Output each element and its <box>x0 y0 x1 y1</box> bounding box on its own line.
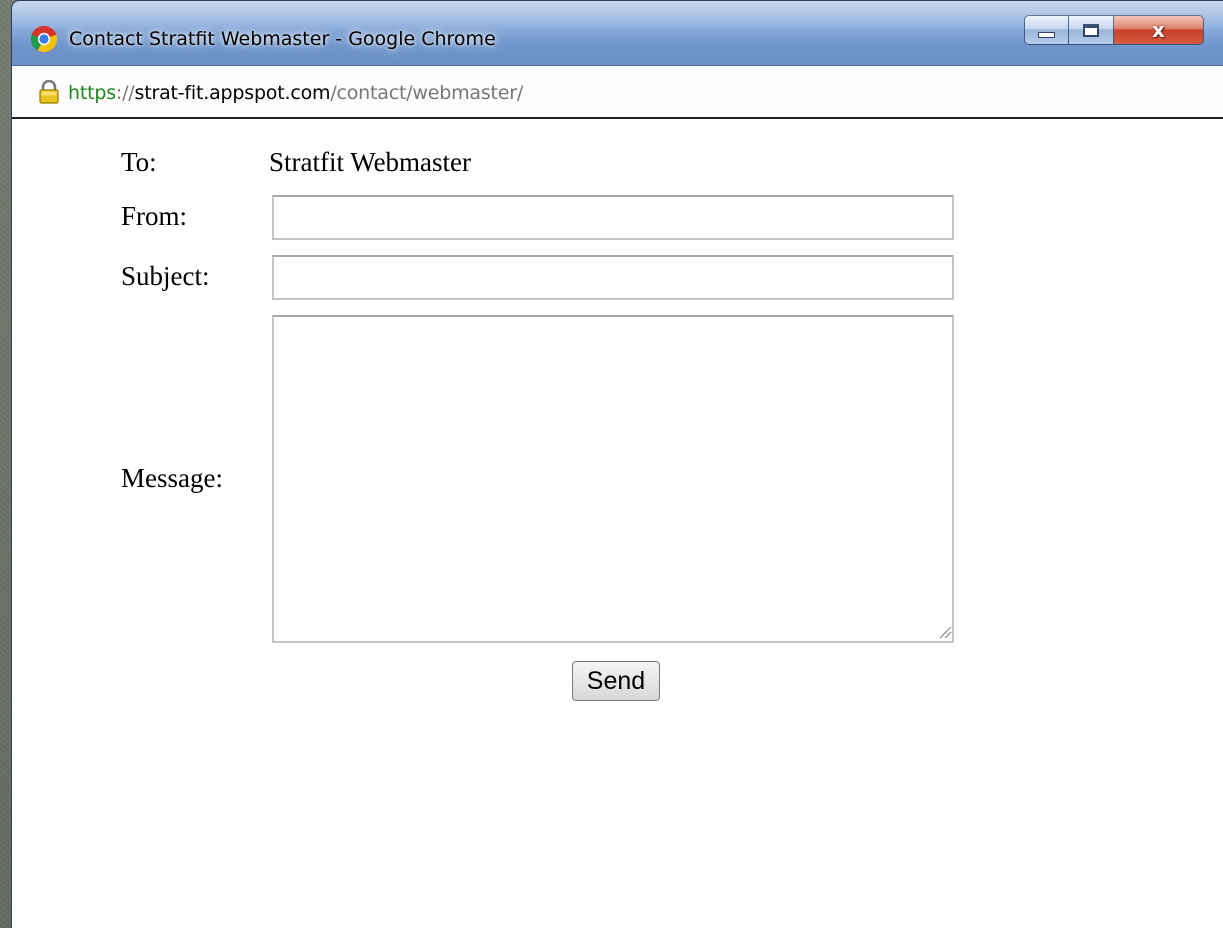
message-field[interactable] <box>272 315 954 643</box>
chrome-icon <box>30 25 58 53</box>
from-field[interactable] <box>272 195 954 240</box>
page-content: To: Stratfit Webmaster From: Subject: Me… <box>12 119 1223 928</box>
url-text[interactable]: https://strat-fit.appspot.com/contact/we… <box>68 82 523 104</box>
lock-icon <box>39 80 59 104</box>
window-controls: x <box>1024 15 1204 45</box>
message-label: Message: <box>121 463 223 493</box>
resize-grip-icon[interactable] <box>938 625 952 639</box>
close-button[interactable]: x <box>1114 15 1204 45</box>
browser-popup-window: Contact Stratfit Webmaster - Google Chro… <box>11 0 1223 928</box>
window-title: Contact Stratfit Webmaster - Google Chro… <box>69 28 496 50</box>
title-bar[interactable]: Contact Stratfit Webmaster - Google Chro… <box>12 1 1223 65</box>
to-value: Stratfit Webmaster <box>269 147 472 177</box>
close-icon: x <box>1152 18 1165 42</box>
maximize-icon <box>1083 23 1099 37</box>
minimize-button[interactable] <box>1024 15 1069 45</box>
send-button[interactable]: Send <box>572 661 660 701</box>
url-host: strat-fit.appspot.com <box>134 82 331 104</box>
subject-label: Subject: <box>121 261 210 291</box>
address-bar[interactable]: https://strat-fit.appspot.com/contact/we… <box>12 65 1223 119</box>
url-separator: :// <box>115 82 135 104</box>
minimize-icon <box>1038 32 1055 38</box>
maximize-button[interactable] <box>1069 15 1114 45</box>
url-path: /contact/webmaster/ <box>330 82 524 104</box>
url-scheme: https <box>68 82 116 104</box>
to-label: To: <box>121 147 157 177</box>
from-label: From: <box>121 201 188 231</box>
subject-field[interactable] <box>272 255 954 300</box>
